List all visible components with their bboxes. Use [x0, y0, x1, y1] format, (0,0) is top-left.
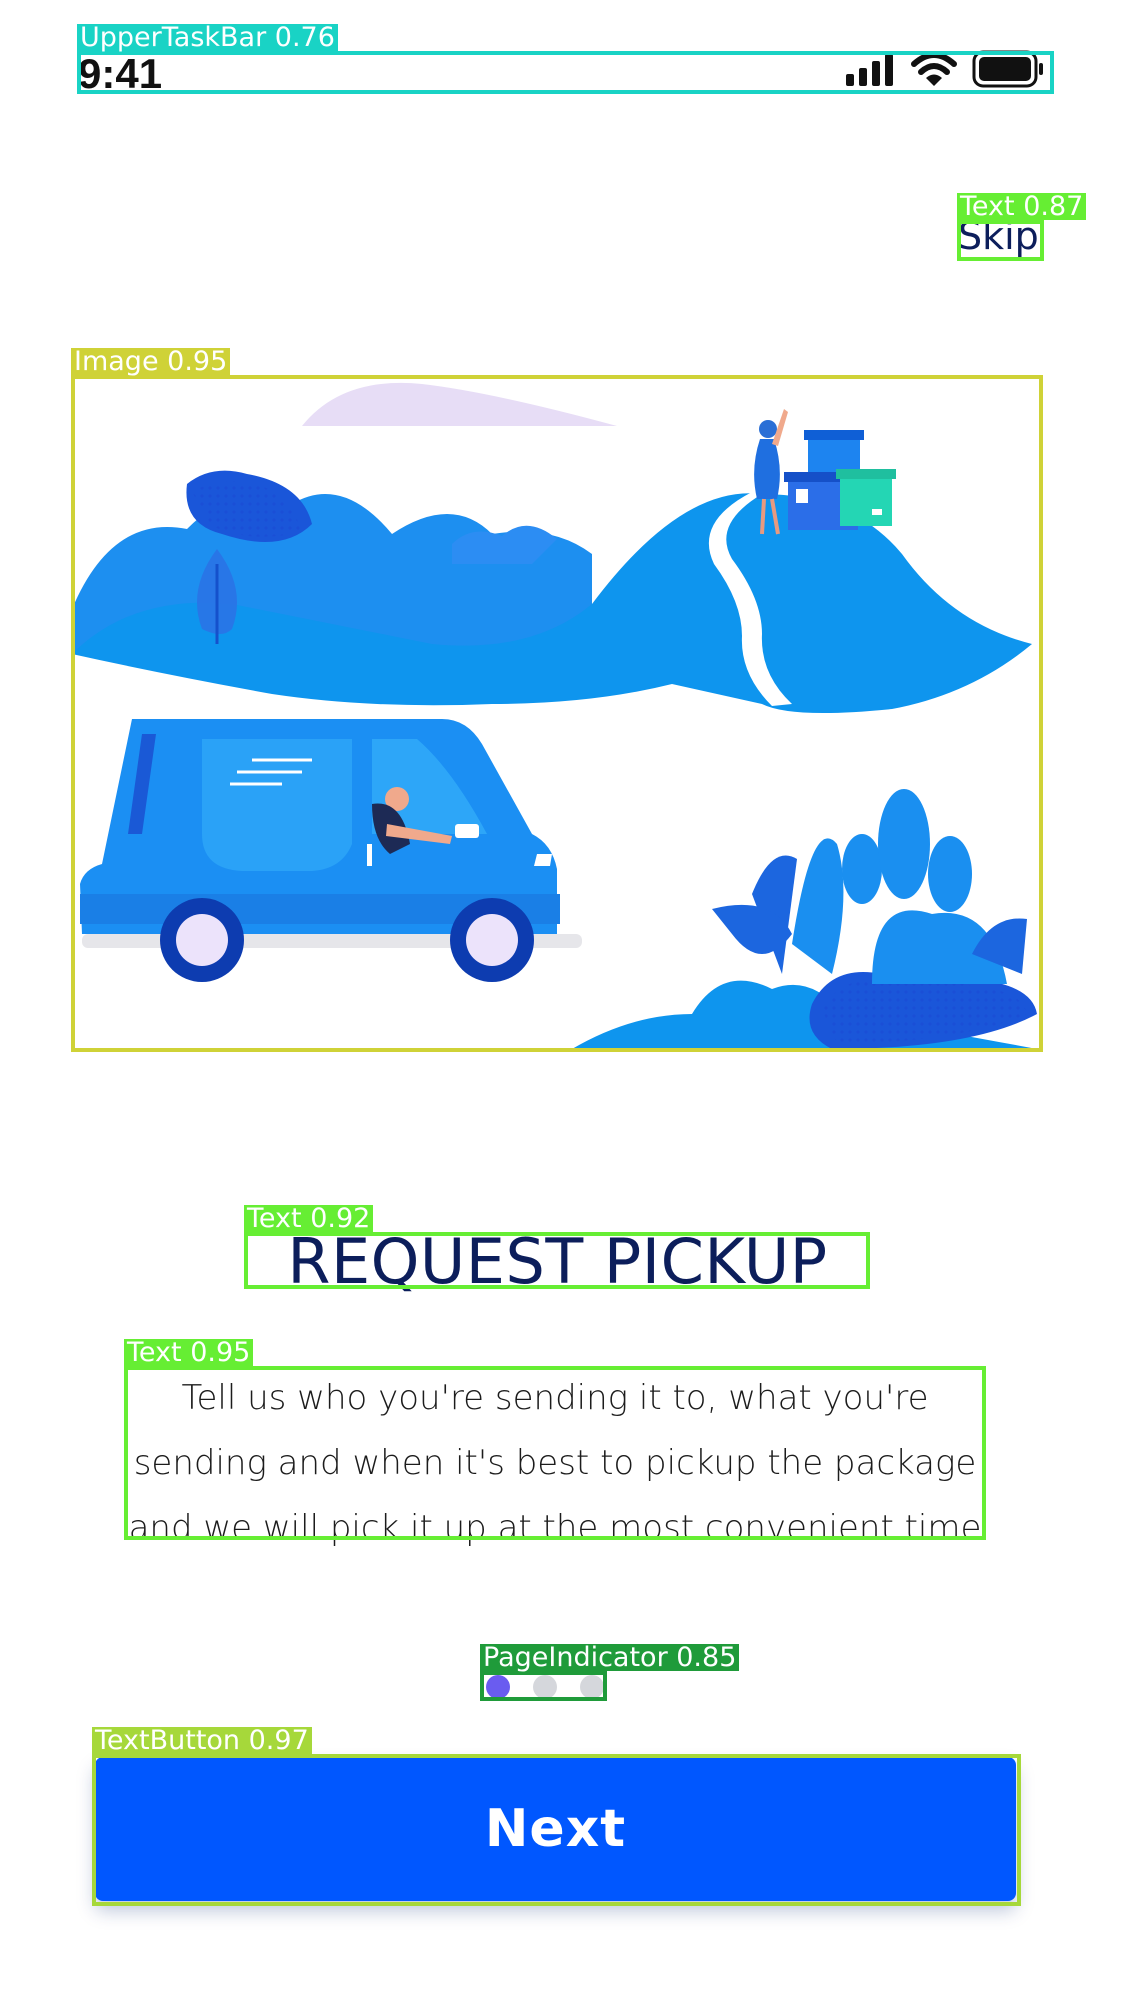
detection-box-upper-taskbar: UpperTaskBar 0.76 — [77, 24, 1054, 94]
detection-box-text-button: TextButton 0.97 — [92, 1727, 1021, 1906]
detection-box-skip-text: Text 0.87 — [957, 193, 1087, 261]
detection-label: PageIndicator 0.85 — [480, 1644, 740, 1671]
detection-box-description-text: Text 0.95 — [124, 1339, 986, 1540]
detection-box-title-text: Text 0.92 — [244, 1205, 870, 1289]
detection-label: Image 0.95 — [71, 348, 231, 375]
detection-label: Text 0.95 — [124, 1339, 254, 1366]
detection-label: UpperTaskBar 0.76 — [77, 24, 338, 51]
detection-label: TextButton 0.97 — [92, 1727, 312, 1754]
detection-box-page-indicator: PageIndicator 0.85 — [480, 1644, 740, 1701]
detection-label: Text 0.87 — [957, 193, 1087, 220]
detection-label: Text 0.92 — [244, 1205, 374, 1232]
detection-box-image: Image 0.95 — [71, 348, 1043, 1052]
